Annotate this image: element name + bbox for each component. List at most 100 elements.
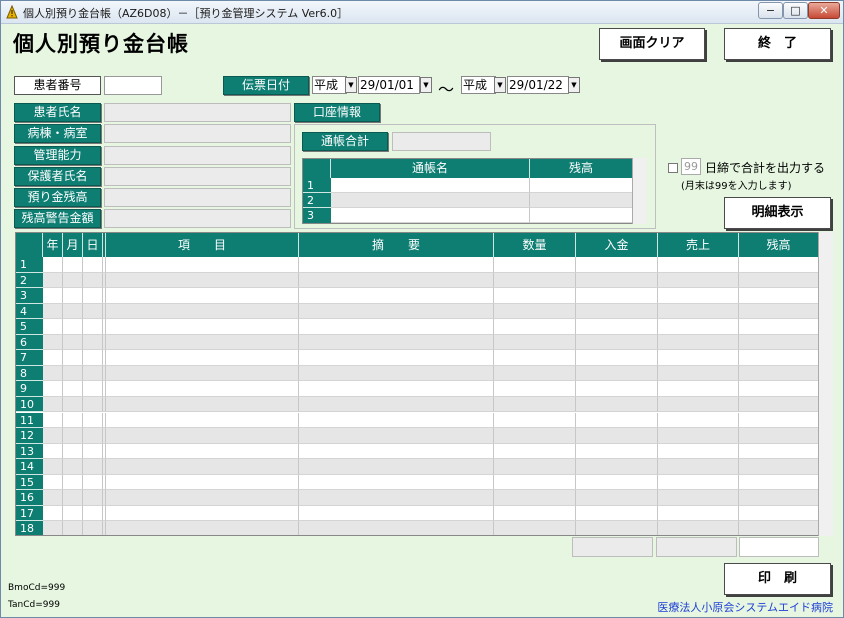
ledger-cell[interactable]	[494, 428, 576, 444]
account-cell[interactable]	[331, 193, 530, 208]
ledger-cell[interactable]	[106, 443, 299, 460]
ledger-cell[interactable]	[658, 272, 739, 289]
ledger-cell[interactable]	[739, 350, 819, 366]
ledger-cell[interactable]	[658, 474, 739, 491]
ledger-cell[interactable]	[106, 505, 299, 522]
ledger-cell[interactable]	[299, 381, 494, 397]
ledger-cell[interactable]	[83, 490, 103, 506]
ledger-cell[interactable]	[299, 474, 494, 491]
ledger-cell[interactable]	[63, 412, 83, 429]
ledger-cell[interactable]	[494, 257, 576, 273]
ledger-cell[interactable]	[106, 490, 299, 506]
ledger-cell[interactable]	[63, 521, 83, 535]
ledger-cell[interactable]	[739, 365, 819, 382]
ledger-cell[interactable]	[43, 474, 63, 491]
ledger-cell[interactable]	[106, 334, 299, 351]
ledger-cell[interactable]	[43, 428, 63, 444]
from-date-input[interactable]: 29/01/01	[358, 76, 420, 94]
ledger-cell[interactable]	[739, 396, 819, 413]
ledger-cell[interactable]	[576, 474, 658, 491]
ledger-cell[interactable]	[658, 381, 739, 397]
patient-number-input[interactable]	[104, 76, 162, 95]
ledger-cell[interactable]	[106, 272, 299, 289]
ledger-cell[interactable]	[658, 365, 739, 382]
ledger-cell[interactable]	[43, 288, 63, 304]
ledger-cell[interactable]	[739, 288, 819, 304]
ledger-cell[interactable]	[43, 412, 63, 429]
ledger-cell[interactable]	[739, 334, 819, 351]
ledger-cell[interactable]	[739, 381, 819, 397]
ledger-cell[interactable]	[494, 319, 576, 335]
closing-day-input[interactable]: 99	[681, 158, 701, 175]
ledger-cell[interactable]	[299, 521, 494, 535]
ledger-cell[interactable]	[106, 474, 299, 491]
ledger-cell[interactable]	[739, 257, 819, 273]
ledger-cell[interactable]	[63, 272, 83, 289]
ledger-cell[interactable]	[63, 303, 83, 320]
ledger-cell[interactable]	[739, 272, 819, 289]
ledger-cell[interactable]	[658, 505, 739, 522]
ledger-cell[interactable]	[63, 319, 83, 335]
minimize-button[interactable]: −	[758, 2, 783, 19]
ledger-cell[interactable]	[739, 459, 819, 475]
ledger-cell[interactable]	[494, 474, 576, 491]
ledger-cell[interactable]	[576, 428, 658, 444]
ledger-cell[interactable]	[576, 350, 658, 366]
ledger-cell[interactable]	[299, 412, 494, 429]
account-cell[interactable]	[530, 208, 633, 223]
ledger-cell[interactable]	[106, 303, 299, 320]
print-button[interactable]: 印 刷	[724, 563, 831, 595]
to-date-dropdown-icon[interactable]: ▼	[568, 77, 580, 93]
ledger-cell[interactable]	[576, 412, 658, 429]
ledger-cell[interactable]	[576, 288, 658, 304]
ledger-cell[interactable]	[494, 334, 576, 351]
ledger-cell[interactable]	[658, 350, 739, 366]
clear-screen-button[interactable]: 画面クリア	[599, 28, 705, 60]
account-cell[interactable]	[530, 193, 633, 208]
ledger-cell[interactable]	[43, 350, 63, 366]
ledger-cell[interactable]	[576, 303, 658, 320]
ledger-cell[interactable]	[63, 474, 83, 491]
ledger-cell[interactable]	[106, 257, 299, 273]
ledger-cell[interactable]	[43, 443, 63, 460]
ledger-cell[interactable]	[106, 381, 299, 397]
ledger-cell[interactable]	[83, 288, 103, 304]
ledger-cell[interactable]	[494, 396, 576, 413]
exit-button[interactable]: 終 了	[724, 28, 831, 60]
ledger-cell[interactable]	[83, 443, 103, 460]
account-table-scrollbar[interactable]	[632, 158, 647, 224]
ledger-cell[interactable]	[739, 412, 819, 429]
ledger-cell[interactable]	[63, 459, 83, 475]
ledger-cell[interactable]	[299, 319, 494, 335]
ledger-cell[interactable]	[106, 365, 299, 382]
ledger-cell[interactable]	[83, 396, 103, 413]
ledger-cell[interactable]	[106, 428, 299, 444]
ledger-cell[interactable]	[106, 288, 299, 304]
ledger-cell[interactable]	[576, 521, 658, 535]
ledger-cell[interactable]	[576, 396, 658, 413]
account-info-tab[interactable]: 口座情報	[294, 103, 380, 122]
ledger-cell[interactable]	[43, 490, 63, 506]
ledger-cell[interactable]	[83, 412, 103, 429]
ledger-cell[interactable]	[83, 381, 103, 397]
ledger-cell[interactable]	[83, 319, 103, 335]
ledger-cell[interactable]	[494, 459, 576, 475]
ledger-cell[interactable]	[83, 303, 103, 320]
ledger-cell[interactable]	[658, 412, 739, 429]
ledger-cell[interactable]	[658, 428, 739, 444]
ledger-cell[interactable]	[83, 459, 103, 475]
ledger-cell[interactable]	[739, 474, 819, 491]
ledger-cell[interactable]	[739, 319, 819, 335]
ledger-cell[interactable]	[43, 381, 63, 397]
account-cell[interactable]	[331, 208, 530, 223]
ledger-cell[interactable]	[106, 412, 299, 429]
ledger-cell[interactable]	[299, 396, 494, 413]
ledger-cell[interactable]	[106, 521, 299, 535]
ledger-cell[interactable]	[43, 303, 63, 320]
from-date-dropdown-icon[interactable]: ▼	[420, 77, 432, 93]
ledger-cell[interactable]	[83, 257, 103, 273]
ledger-cell[interactable]	[43, 319, 63, 335]
ledger-scrollbar[interactable]	[818, 232, 833, 536]
ledger-cell[interactable]	[576, 505, 658, 522]
ledger-cell[interactable]	[576, 490, 658, 506]
